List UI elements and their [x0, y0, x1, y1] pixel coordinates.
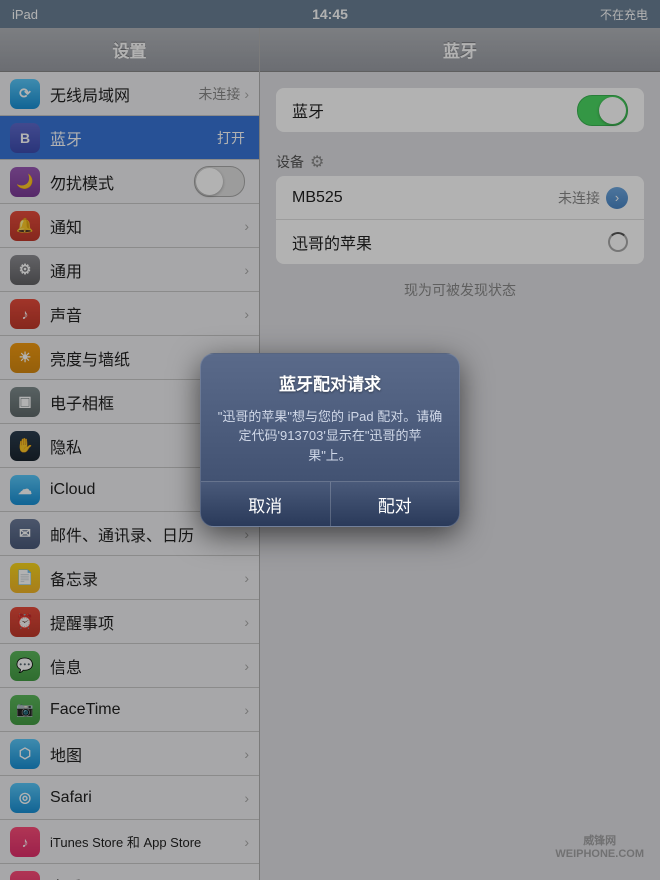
cancel-button[interactable]: 取消 — [201, 482, 331, 526]
dialog-title: 蓝牙配对请求 — [201, 354, 459, 403]
dialog-overlay: 蓝牙配对请求 "迅哥的苹果"想与您的 iPad 配对。请确定代码'913703'… — [0, 0, 660, 880]
pair-button[interactable]: 配对 — [331, 482, 460, 526]
bluetooth-pairing-dialog: 蓝牙配对请求 "迅哥的苹果"想与您的 iPad 配对。请确定代码'913703'… — [200, 353, 460, 528]
dialog-message: "迅哥的苹果"想与您的 iPad 配对。请确定代码'913703'显示在"迅哥的… — [201, 403, 459, 482]
dialog-buttons: 取消 配对 — [201, 481, 459, 526]
